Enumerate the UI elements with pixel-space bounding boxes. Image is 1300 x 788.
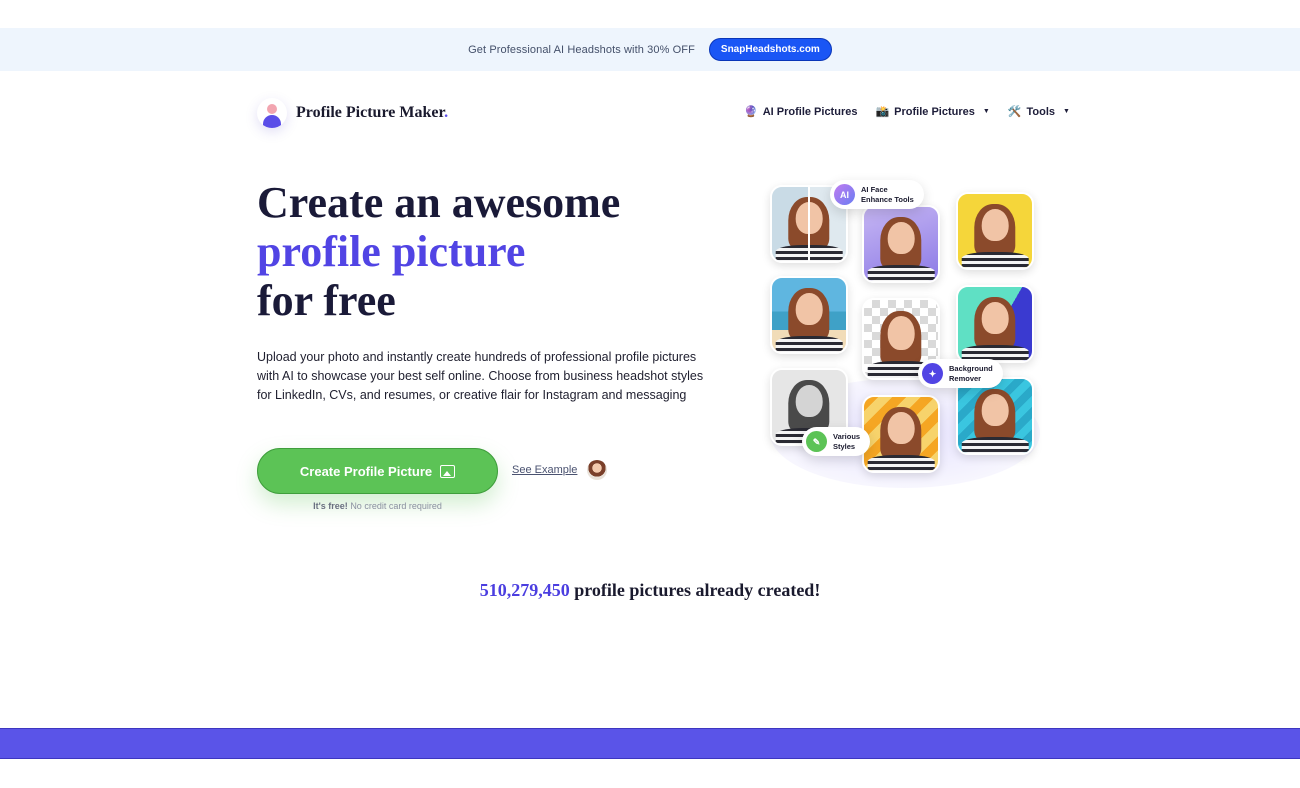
- nav-label: AI Profile Pictures: [762, 105, 858, 118]
- collage-tile-yellow: [956, 192, 1034, 270]
- collage-tile-beach: [770, 276, 848, 354]
- example-avatar[interactable]: [587, 460, 607, 480]
- caret-down-icon: ▼: [982, 108, 990, 115]
- chip-various-styles: ✎ Various Styles: [802, 427, 871, 456]
- see-example-link[interactable]: See Example: [512, 464, 577, 476]
- magic-wand-icon: ✦: [922, 363, 943, 384]
- collage-tile-purple: [862, 205, 940, 283]
- nav-label: Tools: [1026, 105, 1056, 118]
- chip-background-remover: ✦ Background Remover: [918, 359, 1003, 388]
- collage-tile-cyan: [956, 377, 1034, 455]
- hero-collage: AI AI Face Enhance Tools ✦ Background Remo…: [760, 178, 1050, 488]
- cta-label: Create Profile Picture: [299, 463, 433, 479]
- collage-tile-orange: [862, 395, 940, 473]
- crystal-ball-icon: 🔮: [744, 106, 758, 118]
- free-note-bold: It's free!: [313, 501, 348, 511]
- created-counter: 510,279,450 profile pictures already cre…: [0, 580, 1300, 601]
- logo-text: Profile Picture Maker.: [296, 104, 449, 121]
- hero-description: Upload your photo and instantly create h…: [257, 350, 704, 402]
- hero-title-line2: profile picture: [257, 227, 526, 276]
- camera-icon: 📸: [875, 106, 890, 118]
- nav-label: Profile Pictures: [894, 105, 975, 118]
- logo-avatar-icon: [257, 98, 287, 128]
- hero-title-line3: for free: [257, 276, 396, 325]
- promo-banner: Get Professional AI Headshots with 30% O…: [0, 28, 1300, 71]
- promo-text: Get Professional AI Headshots with 30% O…: [468, 43, 695, 56]
- bottom-band: [0, 728, 1300, 759]
- free-note-rest: No credit card required: [350, 501, 442, 511]
- image-icon: [440, 464, 456, 478]
- nav-tools[interactable]: 🛠️ Tools ▼: [1007, 105, 1070, 119]
- site-logo[interactable]: Profile Picture Maker.: [257, 98, 448, 128]
- collage-tile-teal: [956, 285, 1034, 363]
- counter-number: 510,279,450: [479, 580, 570, 600]
- hero-title: Create an awesome profile picture for fr…: [257, 178, 620, 325]
- nav-profile-pictures[interactable]: 📸 Profile Pictures ▼: [875, 105, 990, 119]
- caret-down-icon: ▼: [1063, 108, 1070, 115]
- promo-button[interactable]: SnapHeadshots.com: [708, 38, 832, 61]
- brush-icon: ✎: [806, 431, 827, 452]
- main-nav: 🔮 AI Profile Pictures 📸 Profile Pictures…: [744, 105, 1070, 119]
- counter-text: profile pictures already created!: [574, 580, 821, 600]
- chip-ai-face-enhance: AI AI Face Enhance Tools: [830, 180, 924, 209]
- tools-icon: 🛠️: [1007, 106, 1022, 118]
- hero-title-line1: Create an awesome: [257, 178, 621, 227]
- free-note: It's free! No credit card required: [257, 501, 498, 511]
- create-profile-picture-button[interactable]: Create Profile Picture: [257, 448, 498, 494]
- ai-icon: AI: [834, 184, 855, 205]
- nav-ai-profile-pictures[interactable]: 🔮 AI Profile Pictures: [744, 105, 858, 119]
